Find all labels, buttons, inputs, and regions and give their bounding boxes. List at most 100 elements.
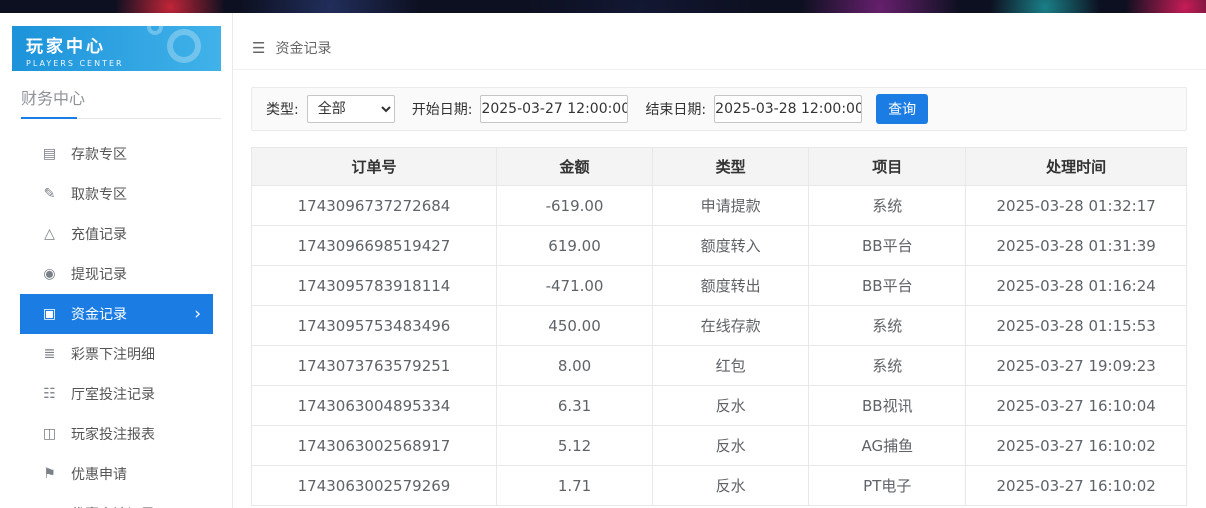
- report-icon: ◫: [41, 426, 58, 442]
- section-header: 财务中心: [21, 85, 221, 119]
- sidebar-item-hall-bet-records[interactable]: ☷ 厅室投注记录: [20, 374, 213, 414]
- search-button[interactable]: 查询: [876, 94, 928, 124]
- type-label: 类型:: [266, 99, 299, 119]
- cell-item: BB平台: [809, 226, 966, 266]
- breadcrumb: ☰ 资金记录: [233, 13, 1206, 70]
- funds-table: 订单号 金额 类型 项目 处理时间 1743096737272684 -619.…: [251, 147, 1187, 506]
- table-row: 1743063002568917 5.12 反水 AG捕鱼 2025-03-27…: [252, 426, 1187, 466]
- sidebar-item-recharge-records[interactable]: △ 充值记录: [20, 214, 213, 254]
- cell-type: 额度转入: [653, 226, 809, 266]
- cell-amount: 6.31: [496, 386, 652, 426]
- main-area: ☰ 资金记录 类型: 全部 开始日期: 结束日期: 查询: [233, 13, 1206, 508]
- cell-type: 反水: [653, 386, 809, 426]
- cell-order-no: 1743063002568917: [252, 426, 497, 466]
- table-row: 1743063004895334 6.31 反水 BB视讯 2025-03-27…: [252, 386, 1187, 426]
- sidebar: 玩家中心 PLAYERS CENTER 财务中心 ▤ 存款专区 ✎ 取款专区 △…: [0, 13, 233, 508]
- list-icon: ≣: [41, 346, 58, 362]
- recharge-icon: △: [41, 226, 58, 242]
- deposit-icon: ▤: [41, 146, 58, 162]
- cell-item: 系统: [809, 186, 966, 226]
- sidebar-item-promo-application[interactable]: ⚑ 优惠申请: [20, 454, 213, 494]
- cell-amount: 1.71: [496, 466, 652, 506]
- cell-type: 反水: [653, 466, 809, 506]
- cell-order-no: 1743063004895334: [252, 386, 497, 426]
- cell-process-time: 2025-03-27 16:10:04: [966, 386, 1187, 426]
- sidebar-item-label: 提现记录: [71, 264, 127, 284]
- sidebar-item-deposit-zone[interactable]: ▤ 存款专区: [20, 134, 213, 174]
- col-header-type: 类型: [653, 148, 809, 186]
- start-date-label: 开始日期:: [412, 99, 473, 119]
- table-row: 1743073763579251 8.00 红包 系统 2025-03-27 1…: [252, 346, 1187, 386]
- sidebar-menu: ▤ 存款专区 ✎ 取款专区 △ 充值记录 ◉ 提现记录 ▣ 资金记录 › ≣: [0, 134, 232, 508]
- app-container: 玩家中心 PLAYERS CENTER 财务中心 ▤ 存款专区 ✎ 取款专区 △…: [0, 13, 1206, 508]
- cell-type: 在线存款: [653, 306, 809, 346]
- cell-order-no: 1743073763579251: [252, 346, 497, 386]
- table-row: 1743096737272684 -619.00 申请提款 系统 2025-03…: [252, 186, 1187, 226]
- cell-item: 系统: [809, 306, 966, 346]
- cell-amount: -619.00: [496, 186, 652, 226]
- col-header-item: 项目: [809, 148, 966, 186]
- cell-type: 红包: [653, 346, 809, 386]
- col-header-process-time: 处理时间: [966, 148, 1187, 186]
- cell-item: PT电子: [809, 466, 966, 506]
- end-date-label: 结束日期:: [645, 99, 706, 119]
- cell-item: BB视讯: [809, 386, 966, 426]
- sidebar-item-label: 存款专区: [71, 144, 127, 164]
- start-date-input[interactable]: [480, 95, 628, 123]
- menu-toggle-icon[interactable]: ☰: [252, 39, 265, 57]
- cell-process-time: 2025-03-27 16:10:02: [966, 426, 1187, 466]
- table-row: 1743063002579269 1.71 反水 PT电子 2025-03-27…: [252, 466, 1187, 506]
- end-date-input[interactable]: [714, 95, 862, 123]
- cell-item: AG捕鱼: [809, 426, 966, 466]
- cell-amount: -471.00: [496, 266, 652, 306]
- sidebar-subtitle: PLAYERS CENTER: [26, 59, 221, 68]
- cell-amount: 450.00: [496, 306, 652, 346]
- sidebar-item-funds-records[interactable]: ▣ 资金记录 ›: [20, 294, 213, 334]
- sidebar-item-player-bet-report[interactable]: ◫ 玩家投注报表: [20, 414, 213, 454]
- sidebar-item-label: 优惠申请: [71, 464, 127, 484]
- sidebar-item-label: 资金记录: [71, 304, 127, 324]
- withdrawal-record-icon: ◉: [41, 266, 58, 282]
- cell-type: 额度转出: [653, 266, 809, 306]
- cell-order-no: 1743095753483496: [252, 306, 497, 346]
- cell-amount: 619.00: [496, 226, 652, 266]
- cell-process-time: 2025-03-27 19:09:23: [966, 346, 1187, 386]
- cell-process-time: 2025-03-28 01:16:24: [966, 266, 1187, 306]
- wallet-icon: ▣: [41, 306, 58, 322]
- sidebar-item-label: 充值记录: [71, 224, 127, 244]
- grid-icon: ☷: [41, 386, 58, 402]
- type-select[interactable]: 全部: [307, 95, 395, 123]
- top-banner: [0, 0, 1206, 13]
- col-header-amount: 金额: [496, 148, 652, 186]
- sidebar-item-label: 彩票下注明细: [71, 344, 155, 364]
- filter-bar: 类型: 全部 开始日期: 结束日期: 查询: [251, 87, 1187, 131]
- col-header-order-no: 订单号: [252, 148, 497, 186]
- globe-decoration-icon: [167, 29, 201, 63]
- cell-order-no: 1743095783918114: [252, 266, 497, 306]
- cell-process-time: 2025-03-28 01:15:53: [966, 306, 1187, 346]
- sidebar-item-label: 玩家投注报表: [71, 424, 155, 444]
- cell-amount: 5.12: [496, 426, 652, 466]
- cell-order-no: 1743096698519427: [252, 226, 497, 266]
- sidebar-item-withdrawal-records[interactable]: ◉ 提现记录: [20, 254, 213, 294]
- cell-process-time: 2025-03-28 01:32:17: [966, 186, 1187, 226]
- sidebar-item-promo-application-records[interactable]: ≡ 优惠申请记录: [20, 494, 213, 508]
- cell-process-time: 2025-03-28 01:31:39: [966, 226, 1187, 266]
- sidebar-item-withdraw-zone[interactable]: ✎ 取款专区: [20, 174, 213, 214]
- players-center-header: 玩家中心 PLAYERS CENTER: [12, 26, 221, 71]
- cell-type: 申请提款: [653, 186, 809, 226]
- cell-amount: 8.00: [496, 346, 652, 386]
- sidebar-item-label: 厅室投注记录: [71, 384, 155, 404]
- section-title: 财务中心: [21, 89, 85, 108]
- table-header-row: 订单号 金额 类型 项目 处理时间: [252, 148, 1187, 186]
- table-row: 1743095753483496 450.00 在线存款 系统 2025-03-…: [252, 306, 1187, 346]
- flag-icon: ⚑: [41, 466, 58, 482]
- sidebar-item-label: 优惠申请记录: [71, 504, 155, 508]
- cell-type: 反水: [653, 426, 809, 466]
- cell-order-no: 1743063002579269: [252, 466, 497, 506]
- sidebar-item-label: 取款专区: [71, 184, 127, 204]
- cell-process-time: 2025-03-27 16:10:02: [966, 466, 1187, 506]
- chevron-right-icon: ›: [194, 306, 201, 323]
- sidebar-item-lottery-bet-details[interactable]: ≣ 彩票下注明细: [20, 334, 213, 374]
- cell-item: BB平台: [809, 266, 966, 306]
